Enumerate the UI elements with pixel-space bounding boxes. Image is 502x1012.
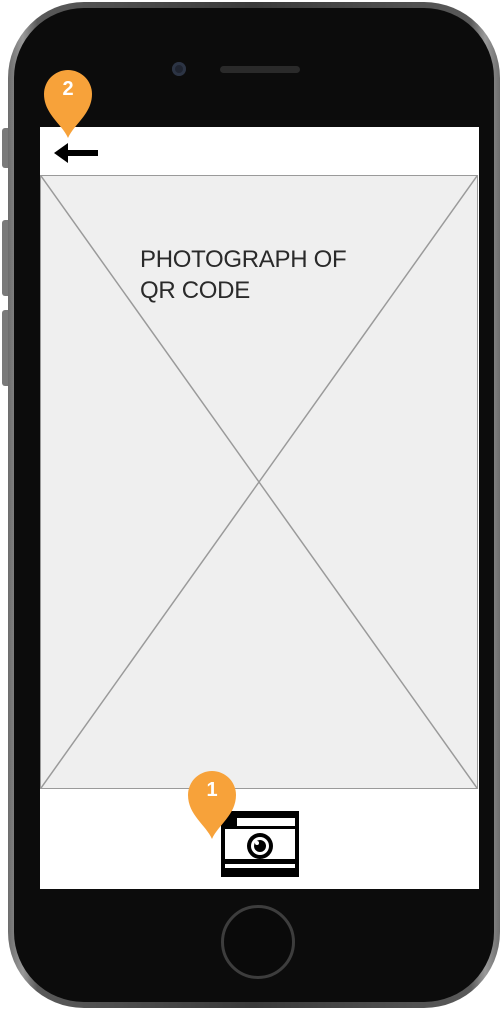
photo-label: PHOTOGRAPH OF QR CODE — [140, 244, 400, 306]
photo-label-line1: PHOTOGRAPH OF — [140, 246, 347, 273]
side-button-volume-down — [2, 310, 8, 386]
annotation-marker-1: 1 — [184, 769, 240, 841]
home-button[interactable] — [221, 905, 295, 979]
arrow-left-icon — [54, 143, 98, 163]
side-button-mute — [2, 128, 8, 168]
qr-photo-placeholder: PHOTOGRAPH OF QR CODE — [40, 175, 478, 789]
annotation-number: 1 — [206, 779, 218, 801]
phone-screen: PHOTOGRAPH OF QR CODE — [40, 127, 479, 889]
front-camera-icon — [172, 62, 186, 76]
annotation-number: 2 — [62, 78, 74, 100]
bottom-bar — [40, 789, 479, 889]
speaker-grille — [220, 66, 300, 73]
annotation-marker-2: 2 — [40, 68, 96, 140]
photo-label-line2: QR CODE — [140, 277, 250, 304]
side-button-volume-up — [2, 220, 8, 296]
back-button[interactable] — [54, 143, 100, 163]
top-bar — [40, 127, 479, 175]
